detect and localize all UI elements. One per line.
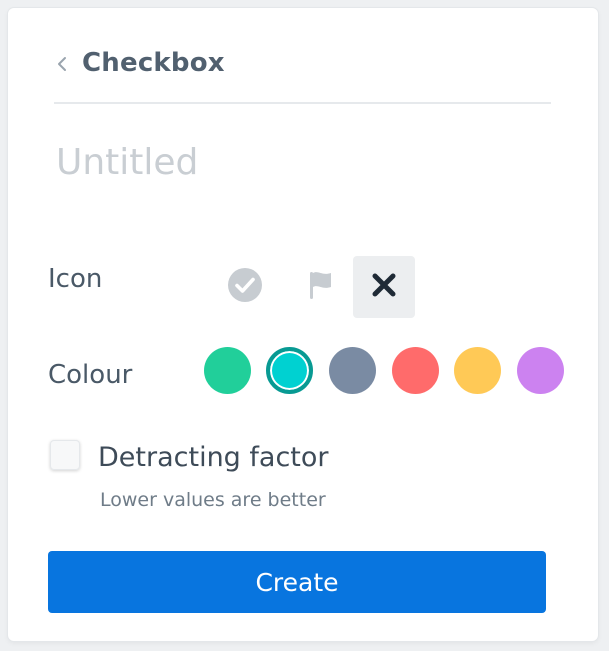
colour-swatch-yellow[interactable] <box>454 347 501 394</box>
detracting-factor-label[interactable]: Detracting factor <box>98 442 329 473</box>
check-circle-icon <box>227 267 263 307</box>
create-field-panel: Checkbox Icon Colour Det <box>8 8 598 641</box>
page-title: Checkbox <box>82 48 225 78</box>
icon-option-check[interactable] <box>214 256 276 318</box>
icon-row-label: Icon <box>48 264 103 294</box>
colour-swatch-teal[interactable] <box>266 347 313 394</box>
colour-swatch-purple[interactable] <box>517 347 564 394</box>
cross-icon <box>370 271 398 303</box>
flag-icon <box>306 269 336 305</box>
icon-option-cross[interactable] <box>353 256 415 318</box>
create-button[interactable]: Create <box>48 551 546 613</box>
colour-swatch-red[interactable] <box>392 347 439 394</box>
colour-row-label: Colour <box>48 360 133 390</box>
colour-swatch-green[interactable] <box>204 347 251 394</box>
name-input[interactable] <box>54 134 553 190</box>
detracting-factor-hint: Lower values are better <box>100 489 326 511</box>
chevron-left-icon[interactable] <box>54 52 72 76</box>
detracting-factor-checkbox[interactable] <box>50 440 80 470</box>
panel-header: Checkbox <box>54 38 551 104</box>
icon-option-flag[interactable] <box>290 256 352 318</box>
colour-swatch-slate[interactable] <box>329 347 376 394</box>
